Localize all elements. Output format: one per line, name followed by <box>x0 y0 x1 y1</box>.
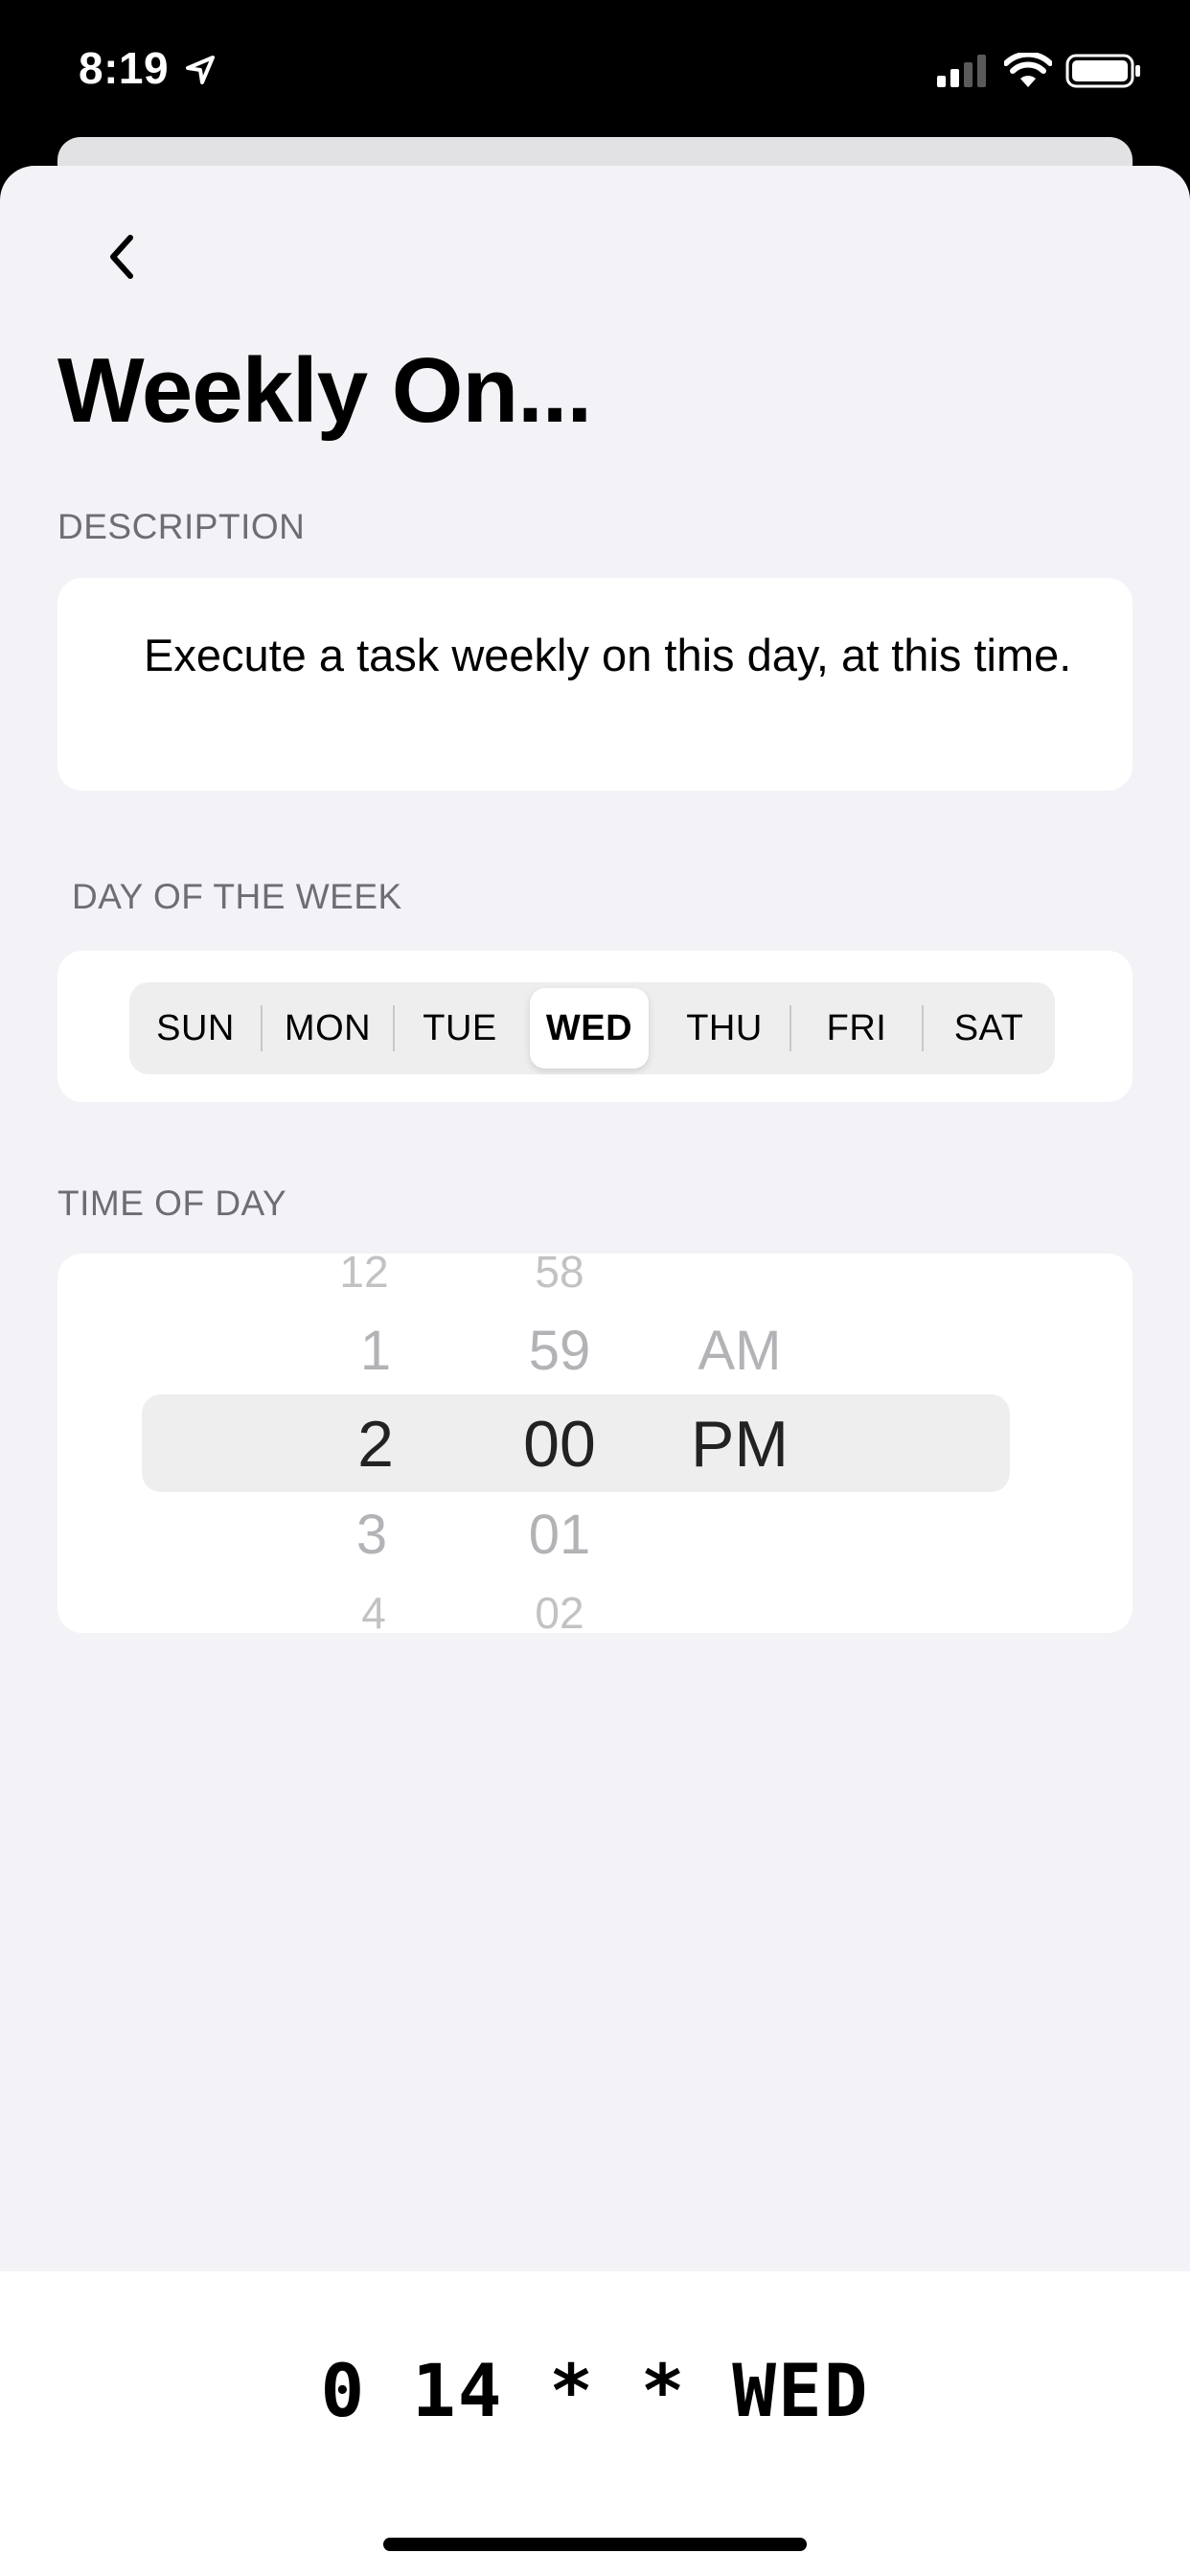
day-of-week-card: SUN MON TUE WED THU FRI SAT <box>57 951 1133 1102</box>
status-bar: 8:19 <box>0 0 1190 144</box>
cron-expression: 0 14 * * WED <box>320 2348 870 2433</box>
day-of-week-section-label: DAY OF THE WEEK <box>72 877 402 916</box>
day-segmented-control[interactable]: SUN MON TUE WED THU FRI SAT <box>129 982 1055 1074</box>
battery-icon <box>1065 54 1140 88</box>
modal-sheet: Weekly On... DESCRIPTION Execute a task … <box>0 166 1190 2576</box>
day-option-thu[interactable]: THU <box>658 982 790 1074</box>
hour-option-selected[interactable]: 2 <box>309 1407 443 1482</box>
minute-option[interactable]: 58 <box>492 1254 627 1298</box>
description-section-label: DESCRIPTION <box>57 507 306 546</box>
description-card: Execute a task weekly on this day, at th… <box>57 578 1133 791</box>
hour-option[interactable]: 12 <box>297 1254 431 1298</box>
description-text: Execute a task weekly on this day, at th… <box>144 630 1072 680</box>
day-option-fri[interactable]: FRI <box>790 982 923 1074</box>
cron-expression-bar: 0 14 * * WED <box>0 2271 1190 2576</box>
status-time: 8:19 <box>79 43 170 93</box>
location-arrow-icon <box>186 56 215 84</box>
day-option-mon[interactable]: MON <box>262 982 394 1074</box>
home-indicator[interactable] <box>383 2538 807 2551</box>
day-option-wed[interactable]: WED <box>530 988 649 1069</box>
hour-option[interactable]: 3 <box>305 1503 439 1567</box>
wifi-icon <box>1004 53 1052 87</box>
hour-option[interactable]: 1 <box>309 1319 443 1383</box>
period-option[interactable]: AM <box>673 1319 807 1383</box>
page-title: Weekly On... <box>57 339 592 442</box>
day-option-tue[interactable]: TUE <box>394 982 526 1074</box>
minute-option[interactable]: 01 <box>492 1503 627 1567</box>
minute-option-selected[interactable]: 00 <box>492 1407 627 1482</box>
cellular-signal-icon <box>937 55 986 87</box>
hour-option[interactable]: 4 <box>307 1587 441 1633</box>
minute-option[interactable]: 59 <box>492 1319 627 1383</box>
chevron-left-icon <box>110 235 133 279</box>
period-option-selected[interactable]: PM <box>673 1407 807 1482</box>
back-button[interactable] <box>96 218 153 295</box>
time-of-day-section-label: TIME OF DAY <box>57 1184 287 1223</box>
day-option-sat[interactable]: SAT <box>923 982 1055 1074</box>
day-option-sun[interactable]: SUN <box>129 982 262 1074</box>
time-picker-card: 12 1 2 3 4 58 59 00 01 02 AM PM <box>57 1254 1133 1633</box>
minute-option[interactable]: 02 <box>492 1587 627 1633</box>
